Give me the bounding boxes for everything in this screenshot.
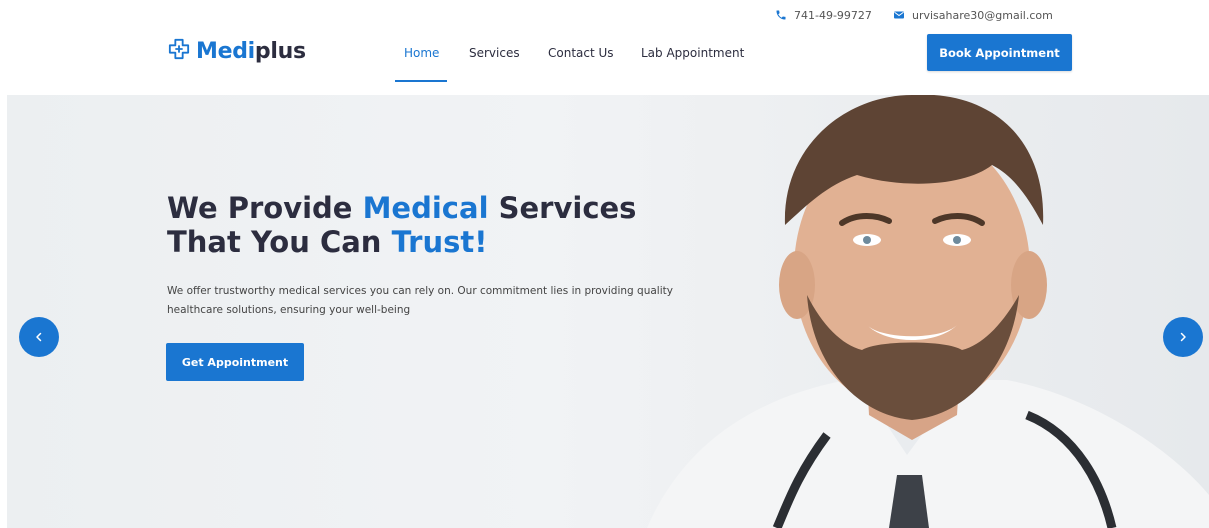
hero-slider: We Provide Medical Services That You Can … (7, 95, 1209, 528)
nav-lab-appointment[interactable]: Lab Appointment (641, 45, 744, 61)
headline-part: Services (488, 191, 637, 225)
chevron-right-icon (1177, 328, 1189, 347)
hero-description: We offer trustworthy medical services yo… (167, 285, 673, 316)
book-appointment-button[interactable]: Book Appointment (927, 34, 1072, 71)
header-phone[interactable]: 741-49-99727 (775, 7, 872, 23)
logo-text-plus: plus (254, 38, 306, 64)
header-email-text: urvisahare30@gmail.com (912, 8, 1053, 22)
site-logo[interactable]: Mediplus (168, 35, 306, 67)
site-header: 741-49-99727 urvisahare30@gmail.com Medi… (0, 0, 1209, 95)
chevron-left-icon (33, 328, 45, 347)
nav-active-underline (395, 80, 447, 82)
medical-cross-icon (168, 38, 190, 64)
headline-highlight-trust: Trust! (391, 225, 488, 259)
envelope-icon (893, 9, 905, 21)
logo-text: Mediplus (196, 39, 306, 64)
logo-text-medi: Medi (196, 38, 255, 64)
header-email[interactable]: urvisahare30@gmail.com (893, 7, 1053, 23)
phone-icon (775, 9, 787, 21)
slider-next-button[interactable] (1163, 317, 1203, 357)
slider-prev-button[interactable] (19, 317, 59, 357)
headline-part: That You Can (167, 225, 392, 259)
header-phone-text: 741-49-99727 (794, 8, 872, 22)
nav-contact-us[interactable]: Contact Us (548, 45, 614, 61)
nav-home[interactable]: Home (404, 45, 439, 61)
hero-headline: We Provide Medical Services That You Can … (167, 191, 687, 259)
get-appointment-button[interactable]: Get Appointment (166, 343, 304, 381)
headline-highlight-medical: Medical (362, 191, 489, 225)
nav-services[interactable]: Services (469, 45, 520, 61)
headline-part: We Provide (167, 191, 363, 225)
